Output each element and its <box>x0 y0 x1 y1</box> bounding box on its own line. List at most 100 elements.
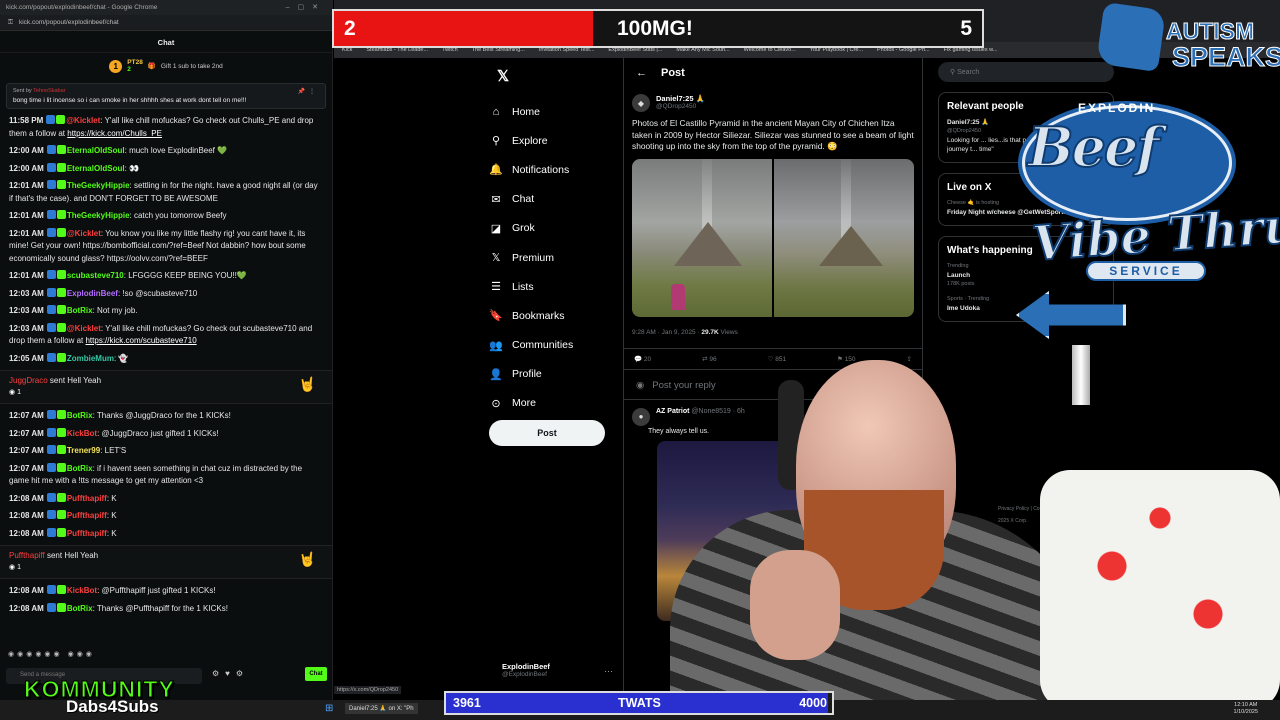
badge-icon <box>56 270 66 279</box>
nav-list: ⌂ Home ⚲ Explore 🔔 Notifications ✉ Chat ◪ Grok 𝕏 Pr… <box>489 97 619 418</box>
pinned-message[interactable]: Sent by TehnoSkabar bong time i lit ince… <box>6 83 326 109</box>
leader-count: 2 <box>127 66 131 73</box>
chat-url: kick.com/popout/explodinbeef/chat <box>18 19 119 26</box>
message-username[interactable]: BotRix <box>67 464 93 473</box>
message-username[interactable]: Puffthapiff <box>67 511 107 520</box>
badge-icon <box>46 145 56 154</box>
badge-icon <box>46 115 56 124</box>
window-controls[interactable]: –▢✕ <box>286 3 326 11</box>
message-link[interactable]: https://kick.com/scubasteve710 <box>85 336 196 345</box>
sign-small-text: EXPLODIN <box>1078 101 1156 115</box>
pinner-name: TehnoSkabar <box>33 88 66 94</box>
speaks-text: SPEAKS <box>1171 42 1280 73</box>
windows-start-icon[interactable]: ⊞ <box>325 703 333 714</box>
badge-icon <box>46 352 56 362</box>
badge-icon <box>56 352 66 362</box>
gift-username[interactable]: JuggDraco <box>9 376 48 385</box>
message-timestamp: 12:07 AM <box>9 428 44 438</box>
autism-text: AUTISM <box>1165 18 1255 45</box>
message-username[interactable]: ExplodinBeef <box>67 289 118 298</box>
message-timestamp: 12:01 AM <box>9 211 44 220</box>
badge-icon <box>46 492 56 502</box>
chat-message: 12:08 AM Puffthapiff: K <box>9 492 323 506</box>
list-icon: ☰ <box>491 281 501 294</box>
message-username[interactable]: TheGeekyHippie <box>67 181 130 190</box>
back-arrow-icon[interactable]: ← <box>636 67 647 79</box>
message-username[interactable]: KickBot <box>67 586 97 595</box>
chat-message: 12:07 AM Trener99: LET'S <box>9 445 323 458</box>
message-text: : !so @scubasteve710 <box>117 288 198 298</box>
message-username[interactable]: ZombieMum <box>67 354 114 363</box>
chat-message: 12:00 AM EternalOldSoul: much love Explod… <box>9 145 323 158</box>
account-switcher[interactable]: ExplodinBeef @ExplodinBeef <box>502 662 550 678</box>
search-input[interactable]: ⚲ Search <box>938 62 1114 82</box>
nav-item-more[interactable]: ⊙ More <box>489 389 619 418</box>
taskbar-chrome-item[interactable]: Daniel7:25 🙏 on X: "Ph <box>345 703 418 714</box>
badge-icon <box>46 287 56 297</box>
message-username[interactable]: @Kicklet <box>67 324 101 333</box>
rank-badge: 1 <box>109 59 123 73</box>
account-more-icon[interactable]: ··· <box>604 666 613 676</box>
x-logo-icon[interactable]: 𝕏 <box>497 67 619 85</box>
nav-item-chat[interactable]: ✉ Chat <box>489 185 619 214</box>
kommunity-logo: KOMMUNITY Dabs4Subs <box>24 676 214 720</box>
pyramid-photo-right[interactable] <box>774 158 914 317</box>
badge-icon <box>46 602 56 612</box>
nav-item-bookmarks[interactable]: 🔖 Bookmarks <box>489 301 619 330</box>
chat-url-bar[interactable]: ⚿ kick.com/popout/explodinbeef/chat <box>0 15 332 31</box>
message-timestamp: 12:03 AM <box>9 288 44 298</box>
grok-icon: ◪ <box>490 222 502 235</box>
views-label: Views <box>718 328 738 336</box>
chat-send-button[interactable]: Chat <box>305 667 327 681</box>
service-text: SERVICE <box>1086 261 1206 281</box>
message-username[interactable]: EternalOldSoul <box>67 164 125 173</box>
message-text: : 👀 <box>124 163 140 173</box>
kicks-amount: ◉ 1 <box>9 564 21 571</box>
nav-item-label: Bookmarks <box>512 309 565 322</box>
gift-leaderboard[interactable]: 1 PT28 2 🎁 Gift 1 sub to take 2nd <box>0 53 332 79</box>
author-name: Daniel7:25 🙏 <box>656 94 705 103</box>
nav-item-profile[interactable]: 👤 Profile <box>489 360 619 389</box>
gift-icon: 🎁 <box>147 63 156 70</box>
pin-icon[interactable]: 📌⋮ <box>298 88 319 95</box>
nav-item-premium[interactable]: 𝕏 Premium <box>489 243 619 272</box>
message-username[interactable]: scubasteve710 <box>67 271 124 280</box>
message-username[interactable]: BotRix <box>67 604 93 613</box>
message-username[interactable]: KickBot <box>67 429 97 438</box>
post-author[interactable]: ◆ Daniel7:25 🙏 @QDrop2450 <box>624 88 922 118</box>
nav-item-home[interactable]: ⌂ Home <box>489 97 619 126</box>
post-images[interactable] <box>632 158 914 317</box>
message-username[interactable]: Puffthapiff <box>67 529 107 538</box>
message-username[interactable]: BotRix <box>67 411 93 420</box>
badge-icon <box>56 527 66 537</box>
nav-item-lists[interactable]: ☰ Lists <box>489 272 619 301</box>
nav-item-notifications[interactable]: 🔔 Notifications <box>489 155 619 184</box>
message-link[interactable]: https://kick.com/Chulls_PE <box>67 129 162 138</box>
nav-item-explore[interactable]: ⚲ Explore <box>489 126 619 155</box>
chat-message: 12:07 AM BotRix: if i havent seen somethi… <box>9 462 323 488</box>
nav-item-label: Explore <box>512 134 548 147</box>
puzzle-piece-icon <box>1095 1 1167 73</box>
badge-icon <box>56 410 66 419</box>
message-username[interactable]: Puffthapiff <box>67 494 107 503</box>
chat-message: 11:58 PM @Kicklet: Y'all like chill mofuc… <box>9 115 323 140</box>
chat-tools-icons[interactable]: ⚙♥⚙ <box>212 669 249 678</box>
pyramid-photo-left[interactable] <box>632 158 772 317</box>
nav-item-communities[interactable]: 👥 Communities <box>489 331 619 360</box>
emote-quick-row[interactable]: ◉◉◉◉◉◉ ◉◉◉ <box>8 650 95 658</box>
message-text: : Thanks @JuggDraco for the 1 KICKs! <box>92 411 231 420</box>
nav-item-grok[interactable]: ◪ Grok <box>489 214 619 243</box>
gift-username[interactable]: Puffthapiff <box>9 551 45 560</box>
taskbar-clock[interactable]: 12:10 AM 1/10/2025 <box>1234 702 1258 716</box>
badge-icon <box>56 510 66 519</box>
message-username[interactable]: @Kicklet <box>67 229 101 238</box>
message-username[interactable]: BotRix <box>67 306 93 315</box>
message-username[interactable]: TheGeekyHippie <box>67 211 130 220</box>
avatar[interactable]: ◆ <box>632 94 650 112</box>
message-username[interactable]: EternalOldSoul <box>67 146 125 155</box>
message-username[interactable]: @Kicklet <box>66 116 100 125</box>
chat-window: kick.com/popout/explodinbeef/chat - Goog… <box>0 0 333 700</box>
sign-pole <box>1072 345 1090 405</box>
post-button[interactable]: Post <box>489 420 605 446</box>
message-username[interactable]: Trener99 <box>67 446 100 455</box>
